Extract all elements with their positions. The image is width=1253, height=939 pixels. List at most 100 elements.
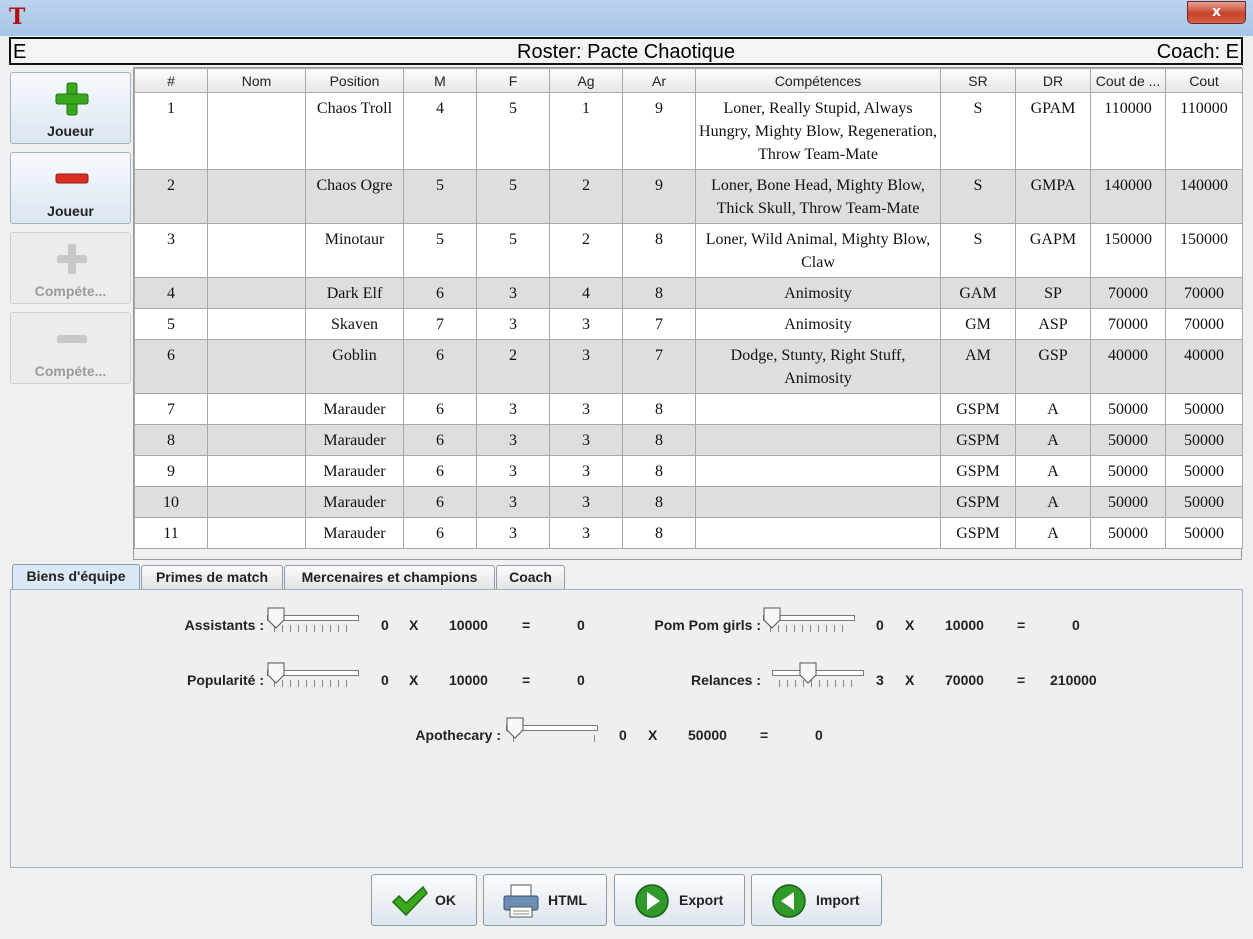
cell-position[interactable]: Marauder [305,517,404,549]
cell-number[interactable]: 6 [134,339,208,394]
cell-position[interactable]: Marauder [305,393,404,425]
cell-sr[interactable]: GSPM [940,486,1016,518]
cell-base-cost[interactable]: 110000 [1090,92,1166,170]
cell-armour[interactable]: 8 [622,393,696,425]
import-button[interactable]: Import [751,874,882,926]
cell-cost[interactable]: 150000 [1165,223,1243,278]
cell-sr[interactable]: GSPM [940,455,1016,487]
cell-strength[interactable]: 3 [476,517,550,549]
table-row[interactable]: 4 Dark Elf 6 3 4 8 Animosity GAM SP 70000 70000 [134,277,1243,309]
cell-strength[interactable]: 3 [476,486,550,518]
slider-thumb-icon[interactable] [506,717,524,739]
cell-dr[interactable]: A [1015,455,1091,487]
cell-position[interactable]: Marauder [305,486,404,518]
table-row[interactable]: 8 Marauder 6 3 3 8 GSPM A 50000 50000 [134,424,1243,456]
cell-skills[interactable]: Dodge, Stunty, Right Stuff, Animosity [695,339,941,394]
cell-sr[interactable]: S [940,92,1016,170]
cell-armour[interactable]: 9 [622,92,696,170]
cell-movement[interactable]: 5 [403,169,477,224]
tab-biens-equipe[interactable]: Biens d'équipe [12,564,140,590]
cell-agility[interactable]: 2 [549,169,623,224]
cell-armour[interactable]: 8 [622,486,696,518]
cell-name[interactable] [207,517,306,549]
cell-position[interactable]: Marauder [305,455,404,487]
cell-dr[interactable]: A [1015,424,1091,456]
cell-dr[interactable]: ASP [1015,308,1091,340]
tab-mercenaires-champions[interactable]: Mercenaires et champions [284,565,495,589]
column-header-agility[interactable]: Ag [549,68,623,93]
column-header-sr[interactable]: SR [940,68,1016,93]
cell-number[interactable]: 3 [134,223,208,278]
cell-position[interactable]: Marauder [305,424,404,456]
cell-skills[interactable]: Loner, Really Stupid, Always Hungry, Mig… [695,92,941,170]
cell-cost[interactable]: 110000 [1165,92,1243,170]
cell-name[interactable] [207,223,306,278]
popularite-slider[interactable] [267,661,359,691]
cell-strength[interactable]: 3 [476,393,550,425]
cell-armour[interactable]: 8 [622,424,696,456]
cell-agility[interactable]: 3 [549,308,623,340]
assistants-slider[interactable] [267,606,359,636]
cell-movement[interactable]: 6 [403,517,477,549]
cell-position[interactable]: Chaos Troll [305,92,404,170]
cell-position[interactable]: Minotaur [305,223,404,278]
column-header-base-cost[interactable]: Cout de ... [1090,68,1166,93]
cell-movement[interactable]: 4 [403,92,477,170]
cell-armour[interactable]: 8 [622,517,696,549]
add-player-button[interactable]: Joueur [10,72,131,144]
cell-skills[interactable] [695,517,941,549]
slider-thumb-icon[interactable] [267,607,285,629]
cell-position[interactable]: Goblin [305,339,404,394]
cell-position[interactable]: Skaven [305,308,404,340]
cell-armour[interactable]: 7 [622,339,696,394]
cell-movement[interactable]: 7 [403,308,477,340]
column-header-movement[interactable]: M [403,68,477,93]
cell-agility[interactable]: 3 [549,393,623,425]
add-skill-button[interactable]: Compéte... [10,232,131,304]
column-header-armour[interactable]: Ar [622,68,696,93]
cell-agility[interactable]: 3 [549,339,623,394]
cell-name[interactable] [207,393,306,425]
cell-skills[interactable]: Animosity [695,277,941,309]
cell-strength[interactable]: 3 [476,424,550,456]
slider-thumb-icon[interactable] [763,607,781,629]
cell-armour[interactable]: 8 [622,455,696,487]
column-header-number[interactable]: # [134,68,208,93]
table-row[interactable]: 3 Minotaur 5 5 2 8 Loner, Wild Animal, Mighty … [134,223,1243,278]
cell-agility[interactable]: 4 [549,277,623,309]
cell-movement[interactable]: 6 [403,455,477,487]
cell-cost[interactable]: 70000 [1165,308,1243,340]
cell-sr[interactable]: GSPM [940,424,1016,456]
cell-agility[interactable]: 3 [549,455,623,487]
column-header-dr[interactable]: DR [1015,68,1091,93]
table-row[interactable]: 9 Marauder 6 3 3 8 GSPM A 50000 50000 [134,455,1243,487]
cell-armour[interactable]: 8 [622,277,696,309]
cell-cost[interactable]: 50000 [1165,393,1243,425]
cell-movement[interactable]: 6 [403,393,477,425]
cell-base-cost[interactable]: 150000 [1090,223,1166,278]
cell-number[interactable]: 2 [134,169,208,224]
cell-armour[interactable]: 8 [622,223,696,278]
cell-sr[interactable]: GAM [940,277,1016,309]
export-button[interactable]: Export [614,874,745,926]
cell-skills[interactable]: Loner, Wild Animal, Mighty Blow, Claw [695,223,941,278]
apothecary-slider[interactable] [506,716,598,746]
cell-dr[interactable]: GMPA [1015,169,1091,224]
relances-slider[interactable] [772,661,864,691]
cell-sr[interactable]: GM [940,308,1016,340]
table-row[interactable]: 2 Chaos Ogre 5 5 2 9 Loner, Bone Head, Mighty … [134,169,1243,224]
cell-name[interactable] [207,169,306,224]
cell-name[interactable] [207,308,306,340]
cell-skills[interactable]: Loner, Bone Head, Mighty Blow, Thick Sku… [695,169,941,224]
cell-number[interactable]: 11 [134,517,208,549]
table-row[interactable]: 7 Marauder 6 3 3 8 GSPM A 50000 50000 [134,393,1243,425]
cell-base-cost[interactable]: 50000 [1090,424,1166,456]
table-row[interactable]: 5 Skaven 7 3 3 7 Animosity GM ASP 70000 70000 [134,308,1243,340]
cell-movement[interactable]: 5 [403,223,477,278]
cell-number[interactable]: 1 [134,92,208,170]
cell-position[interactable]: Dark Elf [305,277,404,309]
cell-movement[interactable]: 6 [403,339,477,394]
cell-movement[interactable]: 6 [403,277,477,309]
cell-skills[interactable] [695,486,941,518]
cell-strength[interactable]: 3 [476,308,550,340]
